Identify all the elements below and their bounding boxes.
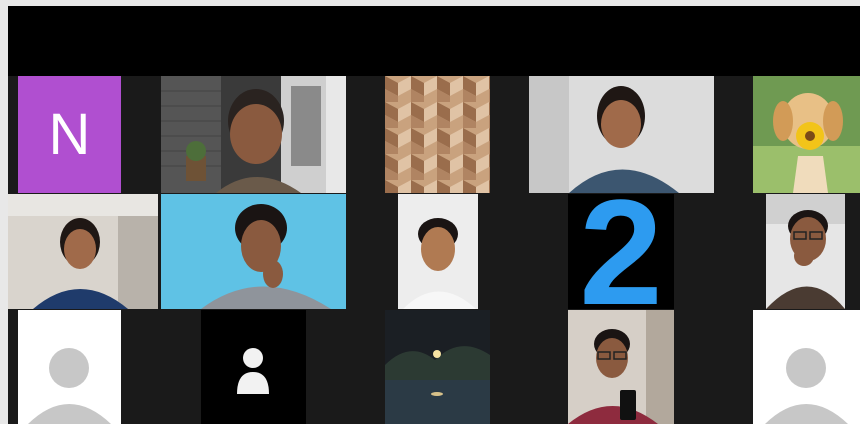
image-feed [385,76,490,193]
participant-tile-n[interactable]: N [18,76,121,193]
video-feed [161,194,346,309]
participant-tile-dog-sunflower[interactable] [753,76,860,193]
default-avatar-icon [753,310,860,424]
participant-tile-man-glasses[interactable] [766,194,845,309]
video-feed [161,76,346,193]
video-gallery: N 2 [8,6,860,424]
image-feed [385,310,490,424]
participant-tile-placeholder-1[interactable] [18,310,121,424]
participant-tile-wood-pattern[interactable] [385,76,490,193]
participant-tile-man-blue-wall[interactable] [161,194,346,309]
participant-tile-man-white-bg[interactable] [398,194,478,309]
participant-tile-man-bookshelf[interactable] [161,76,346,193]
default-avatar-icon [18,310,121,424]
video-feed [766,194,845,309]
image-feed [753,76,860,193]
participant-initial: N [48,102,91,167]
participant-tile-boy-phone[interactable] [568,310,674,424]
video-feed [568,310,674,424]
number-two-label: 2 [579,194,663,309]
participant-tile-number-two[interactable]: 2 [568,194,674,309]
participant-tile-camera-off[interactable] [201,310,306,424]
video-feed [529,76,714,193]
participant-tile-placeholder-2[interactable] [753,310,860,424]
participant-tile-moon-lake[interactable] [385,310,490,424]
camera-off-avatar-icon [201,310,306,424]
video-feed [8,194,158,309]
participant-tile-woman-smiling[interactable] [529,76,714,193]
top-bar [8,6,860,76]
video-feed [398,194,478,309]
participant-tile-woman-headset[interactable] [8,194,158,309]
